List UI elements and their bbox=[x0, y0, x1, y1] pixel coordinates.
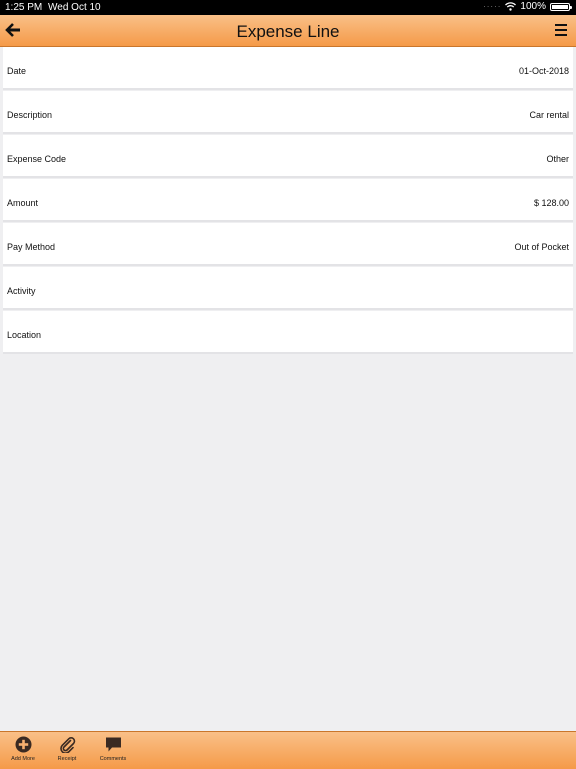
plus-circle-icon bbox=[15, 736, 31, 753]
tab-label: Receipt bbox=[57, 756, 77, 762]
field-value: 01-Oct-2018 bbox=[518, 66, 569, 76]
field-label: Expense Code bbox=[7, 154, 67, 164]
page-title: Expense Line bbox=[236, 22, 340, 41]
signal-dots-icon: ····· bbox=[483, 2, 502, 11]
field-row-activity[interactable]: Activity bbox=[3, 267, 573, 310]
field-value: Other bbox=[546, 154, 569, 164]
status-time: 1:25 PM bbox=[5, 2, 43, 13]
field-row-amount[interactable]: Amount $ 128.00 bbox=[3, 179, 573, 222]
battery-percent: 100% bbox=[520, 1, 546, 12]
field-row-location[interactable]: Location bbox=[3, 311, 573, 354]
tab-label: Comments bbox=[99, 756, 127, 762]
paperclip-icon bbox=[59, 737, 75, 753]
status-bar: 1:25 PM Wed Oct 10 ····· 100% bbox=[0, 0, 576, 15]
status-date: Wed Oct 10 bbox=[48, 2, 101, 13]
field-label: Activity bbox=[7, 286, 36, 296]
nav-bar: Expense Line bbox=[0, 15, 576, 47]
field-row-expense-code[interactable]: Expense Code Other bbox=[3, 135, 573, 178]
field-value: $ 128.00 bbox=[533, 198, 569, 208]
field-label: Pay Method bbox=[7, 242, 56, 252]
status-right: ····· 100% bbox=[483, 1, 572, 12]
field-label: Location bbox=[7, 330, 42, 340]
comments-button[interactable]: Comments bbox=[91, 736, 135, 762]
field-label: Date bbox=[7, 66, 27, 76]
field-value: Car rental bbox=[529, 110, 569, 120]
field-row-date[interactable]: Date 01-Oct-2018 bbox=[3, 47, 573, 90]
field-row-description[interactable]: Description Car rental bbox=[3, 91, 573, 134]
field-value: Out of Pocket bbox=[514, 242, 569, 252]
receipt-button[interactable]: Receipt bbox=[45, 736, 89, 762]
bottom-toolbar: Add More Receipt Comments bbox=[0, 731, 576, 769]
add-more-button[interactable]: Add More bbox=[1, 736, 45, 762]
field-label: Amount bbox=[7, 198, 39, 208]
wifi-icon bbox=[505, 2, 517, 11]
field-row-pay-method[interactable]: Pay Method Out of Pocket bbox=[3, 223, 573, 266]
tab-label: Add More bbox=[11, 756, 35, 762]
battery-icon bbox=[550, 2, 572, 11]
field-label: Description bbox=[7, 110, 53, 120]
hamburger-menu-icon[interactable] bbox=[554, 24, 568, 36]
speech-bubble-icon bbox=[105, 737, 121, 752]
